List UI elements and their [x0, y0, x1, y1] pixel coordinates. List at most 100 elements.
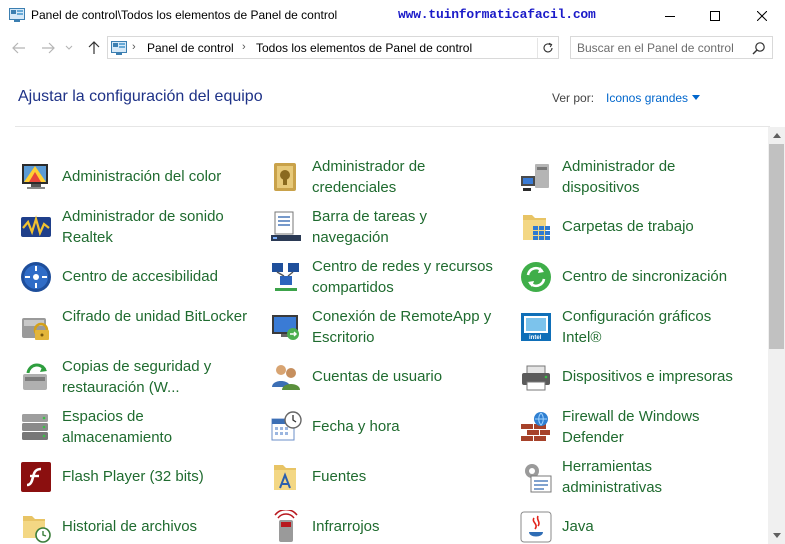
item-firewall[interactable]: Firewall de Windows Defender	[519, 408, 764, 446]
flash-player-icon	[21, 462, 51, 492]
user-accounts-icon	[272, 365, 300, 390]
up-button[interactable]	[83, 37, 105, 59]
item-color-management[interactable]: Administración del color	[19, 159, 259, 195]
close-button[interactable]	[739, 0, 785, 31]
item-label: Administrador de sonido Realtek	[62, 208, 224, 246]
item-file-history[interactable]: Historial de archivos	[19, 509, 259, 544]
item-infrared[interactable]: Infrarrojos	[269, 509, 509, 544]
header-divider	[15, 126, 770, 127]
search-icon[interactable]	[752, 41, 766, 55]
item-remoteapp[interactable]: Conexión de RemoteApp y Escritorio	[269, 308, 509, 346]
item-label: Copias de seguridad y restauración (W...	[62, 358, 212, 396]
bitlocker-icon	[22, 318, 49, 340]
scrollbar-thumb[interactable]	[769, 144, 784, 349]
maximize-icon	[710, 10, 720, 21]
svg-text:intel: intel	[529, 335, 542, 341]
vertical-scrollbar[interactable]	[768, 127, 785, 544]
breadcrumb-separator-icon: ›	[132, 41, 136, 53]
scroll-down-button[interactable]	[768, 527, 785, 544]
item-fonts[interactable]: Fuentes	[269, 459, 509, 495]
sync-center-icon	[521, 262, 551, 292]
control-panel-icon	[111, 41, 127, 55]
work-folders-icon	[523, 215, 550, 240]
item-credential-manager[interactable]: Administrador de credenciales	[269, 158, 509, 196]
refresh-button[interactable]	[537, 38, 557, 58]
file-history-icon	[23, 516, 51, 543]
item-intel-graphics[interactable]: intel Configuración gráficos Intel®	[519, 308, 764, 346]
item-java[interactable]: Java	[519, 509, 764, 544]
breadcrumb-all-items[interactable]: Todos los elementos de Panel de control	[256, 41, 472, 55]
firewall-icon	[521, 412, 550, 441]
view-by-label: Ver por:	[552, 91, 595, 105]
item-label: Centro de redes y recursos compartidos	[312, 258, 493, 296]
control-panel-icon	[9, 8, 25, 22]
item-label: Infrarrojos	[312, 518, 380, 535]
scroll-up-icon	[772, 133, 781, 138]
search-input[interactable]	[577, 40, 747, 56]
item-label: Herramientas administrativas	[562, 458, 663, 496]
item-flash-player[interactable]: Flash Player (32 bits)	[19, 459, 259, 495]
item-realtek-audio[interactable]: Administrador de sonido Realtek	[19, 208, 259, 246]
minimize-icon	[665, 15, 675, 17]
window-title: Panel de control\Todos los elementos de …	[31, 8, 338, 22]
item-label: Historial de archivos	[62, 518, 198, 535]
forward-button[interactable]	[37, 37, 59, 59]
fonts-icon	[274, 465, 296, 490]
watermark: www.tuinformaticafacil.com	[398, 7, 596, 22]
maximize-button[interactable]	[692, 0, 738, 31]
network-center-icon	[272, 263, 299, 291]
back-button[interactable]	[8, 37, 30, 59]
item-label: Centro de sincronización	[562, 268, 728, 285]
arrow-up-icon	[88, 41, 100, 54]
realtek-audio-icon	[21, 215, 51, 237]
search-box[interactable]	[570, 36, 773, 59]
item-label: Administración del color	[62, 168, 222, 185]
device-manager-icon	[521, 164, 549, 191]
admin-tools-icon	[525, 464, 552, 493]
page-title: Ajustar la configuración del equipo	[18, 88, 263, 105]
item-label: Espacios de almacenamiento	[62, 408, 173, 446]
item-label: Conexión de RemoteApp y Escritorio	[312, 308, 492, 346]
java-icon	[520, 511, 552, 543]
minimize-button[interactable]	[647, 0, 693, 31]
recent-locations-button[interactable]	[62, 37, 76, 59]
item-label: Administrador de credenciales	[312, 158, 426, 196]
scroll-down-icon	[772, 533, 781, 538]
item-ease-of-access[interactable]: Centro de accesibilidad	[19, 259, 259, 295]
color-management-icon	[22, 164, 48, 189]
view-by-dropdown[interactable]: Iconos grandes	[606, 91, 688, 105]
close-icon	[757, 10, 767, 21]
item-backup-restore[interactable]: Copias de seguridad y restauración (W...	[19, 358, 259, 396]
item-label: Centro de accesibilidad	[62, 268, 218, 285]
item-user-accounts[interactable]: Cuentas de usuario	[269, 359, 509, 395]
item-bitlocker[interactable]: Cifrado de unidad BitLocker	[19, 308, 259, 345]
item-date-time[interactable]: Fecha y hora	[269, 409, 509, 445]
breadcrumb-control-panel[interactable]: Panel de control	[147, 41, 234, 55]
chevron-down-icon	[65, 45, 73, 50]
item-label: Cifrado de unidad BitLocker	[62, 308, 248, 325]
date-time-icon	[271, 411, 302, 441]
item-label: Carpetas de trabajo	[562, 218, 694, 235]
item-device-manager[interactable]: Administrador de dispositivos	[519, 158, 764, 196]
item-sync-center[interactable]: Centro de sincronización	[519, 259, 764, 295]
item-devices-printers[interactable]: Dispositivos e impresoras	[519, 359, 764, 395]
item-work-folders[interactable]: Carpetas de trabajo	[519, 209, 764, 245]
devices-printers-icon	[522, 365, 550, 391]
scroll-up-button[interactable]	[768, 127, 785, 144]
remoteapp-icon	[272, 315, 299, 340]
dropdown-caret-icon[interactable]	[692, 95, 700, 100]
credential-manager-icon	[274, 163, 296, 191]
item-taskbar[interactable]: Barra de tareas y navegación	[269, 208, 509, 246]
item-label: Firewall de Windows Defender	[562, 408, 700, 446]
item-network-center[interactable]: Centro de redes y recursos compartidos	[269, 258, 509, 296]
item-label: Barra de tareas y navegación	[312, 208, 428, 246]
item-label: Fuentes	[312, 468, 367, 485]
intel-graphics-icon: intel	[521, 313, 551, 341]
item-storage-spaces[interactable]: Espacios de almacenamiento	[19, 408, 259, 446]
item-admin-tools[interactable]: Herramientas administrativas	[519, 458, 764, 496]
breadcrumb-separator-icon: ›	[242, 41, 246, 53]
item-label: Cuentas de usuario	[312, 368, 443, 385]
address-bar[interactable]: › Panel de control › Todos los elementos…	[107, 36, 559, 59]
item-label: Configuración gráficos Intel®	[562, 308, 712, 346]
infrared-icon	[274, 510, 298, 542]
